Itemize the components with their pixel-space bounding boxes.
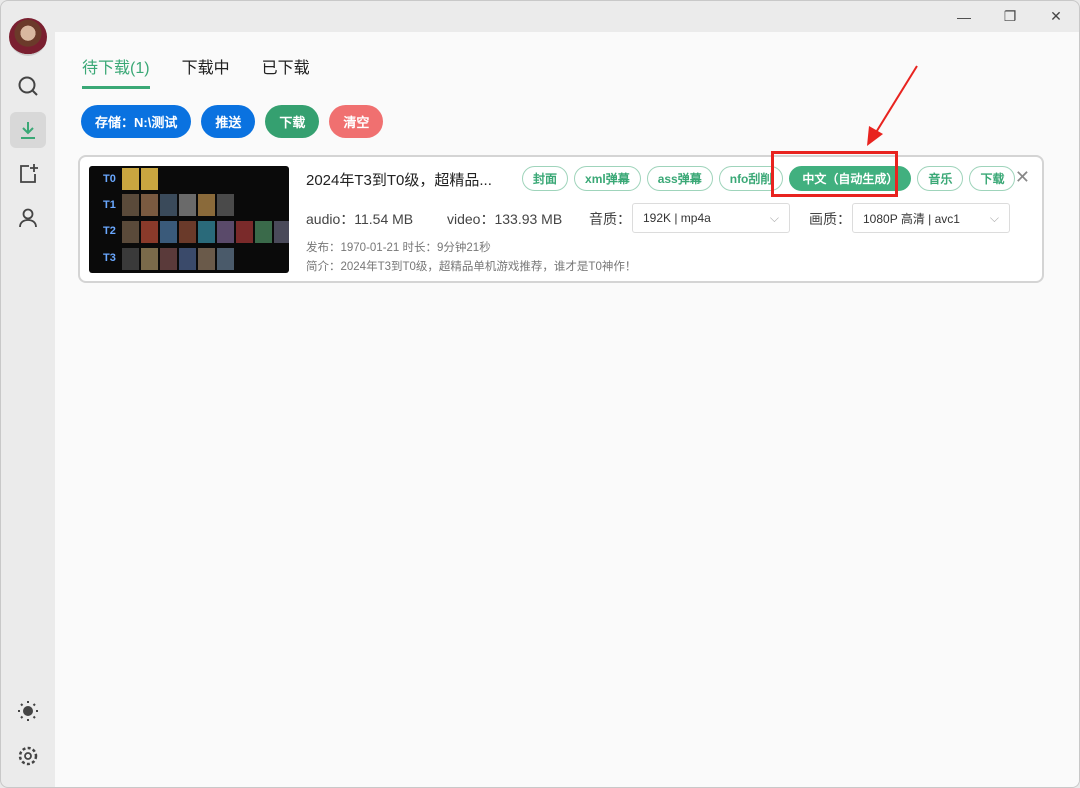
restore-icon[interactable]: ❐	[987, 1, 1033, 32]
action-bar: 存储：N:\测试 推送 下载 清空	[81, 105, 384, 138]
audio-size: audio：11.54 MB	[306, 211, 414, 227]
tier-label: T0	[103, 173, 116, 185]
video-quality-select[interactable]: 1080P 高清 | avc1 ⌵	[852, 203, 1010, 233]
user-icon[interactable]	[10, 200, 46, 236]
clear-button[interactable]: 清空	[329, 105, 384, 138]
avatar[interactable]	[9, 18, 47, 56]
audio-quality-value: 192K | mp4a	[643, 211, 711, 225]
option-tags: 封面 xml弹幕 ass弹幕 nfo刮削 中文（自动生成） 音乐 下载	[522, 166, 1016, 191]
sidebar	[1, 1, 55, 787]
tag-ass-danmaku[interactable]: ass弹幕	[646, 166, 713, 191]
audio-quality-label: 音质：	[589, 211, 631, 227]
video-intro: 简介：2024年T3到T0级，超精品单机游戏推荐，谁才是T0神作！	[306, 261, 637, 273]
remove-item-icon[interactable]: ✕	[1015, 167, 1030, 188]
tab-bar: 待下载(1) 下载中 已下载	[82, 54, 310, 89]
gear-icon[interactable]	[10, 738, 46, 774]
tag-download[interactable]: 下载	[969, 166, 1016, 191]
add-task-icon[interactable]	[10, 156, 46, 192]
publish-info: 发布：1970-01-21 时长：9分钟21秒	[306, 242, 491, 254]
video-quality-label: 画质：	[809, 211, 851, 227]
video-thumbnail: T0 T1 T2 T3	[89, 166, 289, 273]
push-button[interactable]: 推送	[201, 105, 256, 138]
tab-downloaded[interactable]: 已下载	[262, 54, 310, 89]
download-all-button[interactable]: 下载	[265, 105, 320, 138]
tier-label: T1	[103, 199, 116, 211]
tab-pending[interactable]: 待下载(1)	[82, 54, 150, 89]
video-quality-value: 1080P 高清 | avc1	[863, 211, 960, 226]
tag-music[interactable]: 音乐	[917, 166, 964, 191]
download-icon[interactable]	[10, 112, 46, 148]
tier-label: T2	[103, 225, 116, 237]
tag-cover[interactable]: 封面	[522, 166, 569, 191]
tier-label: T3	[103, 252, 116, 264]
annotation-arrow	[867, 65, 918, 146]
audio-quality-select[interactable]: 192K | mp4a ⌵	[632, 203, 790, 233]
chevron-down-icon: ⌵	[769, 210, 779, 225]
main-panel: 待下载(1) 下载中 已下载 存储：N:\测试 推送 下载 清空 T0 T1 T…	[55, 32, 1079, 787]
storage-button[interactable]: 存储：N:\测试	[81, 105, 192, 138]
theme-sun-icon[interactable]	[10, 693, 46, 729]
app-window: — ❐ ✕ 待下载(1) 下载中 已下载 存储：N:\测试 推送 下载 清空 T…	[0, 0, 1080, 788]
minimize-icon[interactable]: —	[941, 1, 987, 32]
video-size: video：133.93 MB	[447, 211, 563, 227]
close-icon[interactable]: ✕	[1033, 1, 1079, 32]
chevron-down-icon: ⌵	[989, 210, 999, 225]
video-title: 2024年T3到T0级，超精品...	[306, 172, 492, 189]
download-item-card: T0 T1 T2 T3 2024年T3到T0级，超精品... 封面 xml弹幕 …	[78, 151, 1044, 283]
tab-downloading[interactable]: 下载中	[182, 54, 230, 89]
highlight-box	[771, 151, 898, 197]
tag-xml-danmaku[interactable]: xml弹幕	[574, 166, 641, 191]
window-controls: — ❐ ✕	[941, 1, 1079, 32]
search-icon[interactable]	[10, 68, 46, 104]
